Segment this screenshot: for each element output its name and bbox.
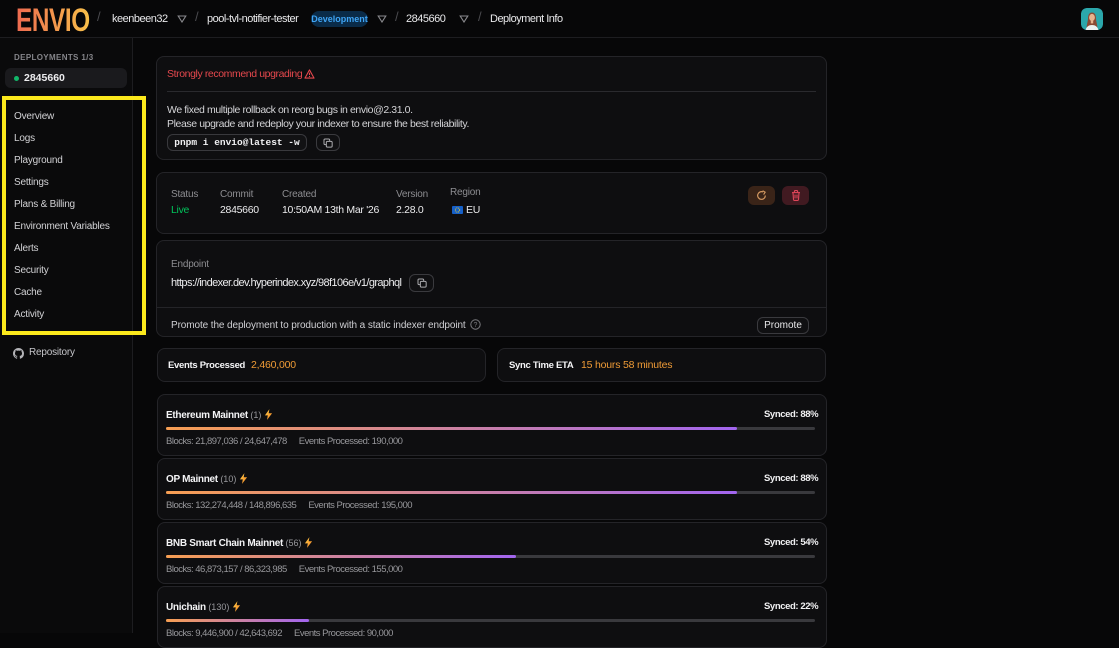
svg-text:?: ?	[474, 322, 478, 329]
